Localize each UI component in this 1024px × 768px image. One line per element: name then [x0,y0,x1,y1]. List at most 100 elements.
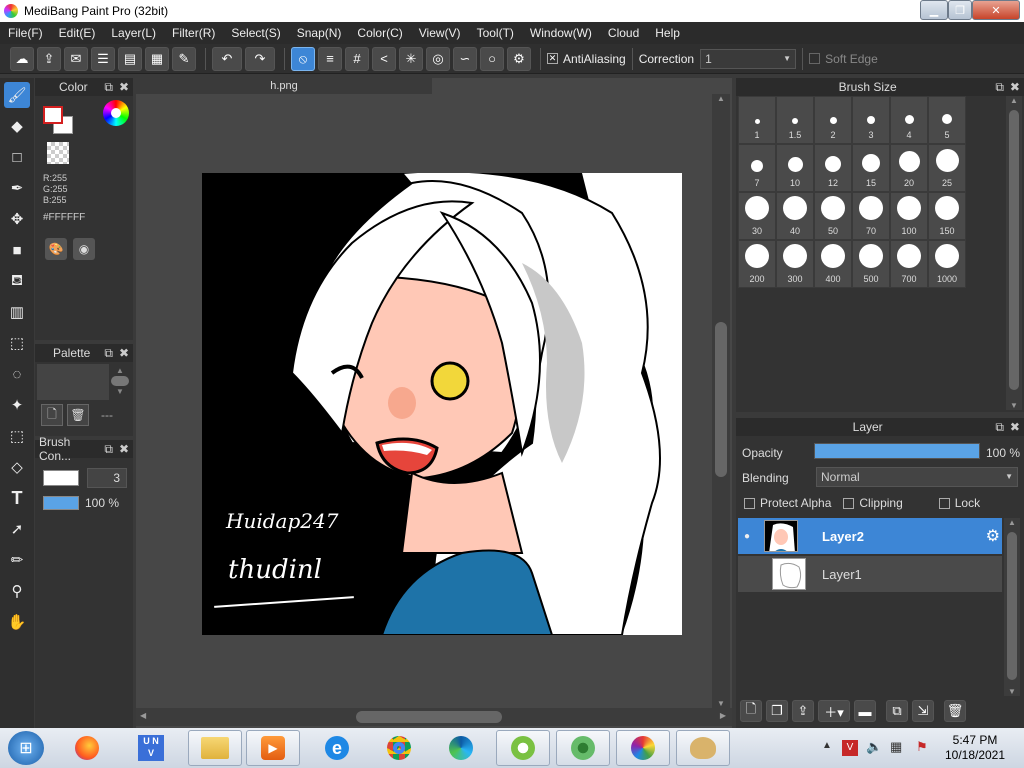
add-layer-menu-icon[interactable]: ＋▾ [818,700,850,722]
color-wheel-icon[interactable] [103,100,129,126]
brush-size-option[interactable]: 2 [814,96,852,144]
menu-file[interactable]: File(F) [8,26,43,40]
brush-size-option[interactable]: 200 [738,240,776,288]
correction-select[interactable]: 1 ▼ [700,48,797,69]
blending-select[interactable]: Normal ▼ [816,467,1018,487]
canvas-horizontal-scrollbar[interactable]: ◀ ▶ [136,708,732,726]
dot-tool-icon[interactable]: ✒ [4,175,30,201]
volume-icon[interactable]: 🔈 [866,739,882,755]
artwork-canvas[interactable]: Huidap247 thudinl [202,173,682,635]
palette-area[interactable] [37,364,109,400]
brush-opacity-bar[interactable] [43,496,79,510]
brush-size-option[interactable]: 30 [738,192,776,240]
menu-help[interactable]: Help [655,26,680,40]
eraser-tool-icon[interactable]: ◆ [4,113,30,139]
flag-icon[interactable]: ⚑ [916,739,928,755]
horizontal-scroll-thumb[interactable] [356,711,502,723]
close-icon[interactable]: ✖ [1010,420,1020,434]
grid-snap-icon[interactable]: # [345,46,369,71]
clipping-checkbox[interactable] [843,497,855,509]
brush-size-option[interactable]: 20 [890,144,928,192]
brush-size-option[interactable]: 400 [814,240,852,288]
rectangle-tool-icon[interactable]: □ [4,144,30,170]
gear-icon[interactable]: ⚙ [507,46,531,71]
merge-layer-icon[interactable]: ⇲ [912,700,934,722]
visibility-icon[interactable]: ● [738,531,756,542]
hand-tool-icon[interactable]: ✋ [4,609,30,635]
menu-view[interactable]: View(V) [419,26,461,40]
lasso-tool-icon[interactable]: ◌ [4,361,30,387]
popout-icon[interactable]: ⧉ [104,346,113,360]
brush-size-option[interactable]: 4 [890,96,928,144]
brush-size-option[interactable]: 7 [738,144,776,192]
brush-size-option[interactable]: 150 [928,192,966,240]
close-icon[interactable]: ✖ [119,80,129,94]
import-layer-icon[interactable]: ⇪ [792,700,814,722]
start-button[interactable]: ⊞ [8,731,44,765]
brush-size-option[interactable]: 25 [928,144,966,192]
lock-checkbox[interactable] [938,497,950,509]
concentric-snap-icon[interactable]: ◎ [426,46,450,71]
opacity-slider[interactable] [814,443,980,459]
menu-snap[interactable]: Snap(N) [297,26,342,40]
menu-color[interactable]: Color(C) [357,26,402,40]
minimize-button[interactable]: ▁ [920,0,948,20]
select-eraser-tool-icon[interactable]: ◇ [4,454,30,480]
brush-size-field[interactable]: 3 [87,468,127,488]
trash-icon[interactable]: 🗑 [944,700,966,722]
brush-size-option[interactable]: 100 [890,192,928,240]
brush-size-option[interactable]: 70 [852,192,890,240]
layer-list-scrollbar[interactable]: ▲ ▼ [1004,518,1020,696]
brush-size-option[interactable]: 3 [852,96,890,144]
operation-tool-icon[interactable]: ➚ [4,516,30,542]
menu-layer[interactable]: Layer(L) [111,26,156,40]
vertical-scroll-thumb[interactable] [715,322,727,477]
close-icon[interactable]: ✖ [119,346,129,360]
edit-list-icon[interactable]: ✎ [172,46,196,71]
brush-size-option[interactable]: 12 [814,144,852,192]
fill-rect-tool-icon[interactable]: ■ [4,237,30,263]
redo-icon[interactable]: ↷ [245,46,275,71]
paint-app[interactable] [676,730,730,766]
share-icon[interactable]: ⇪ [37,46,61,71]
document-icon[interactable]: ▤ [118,46,142,71]
perspective-snap-icon[interactable]: < [372,46,396,71]
green-browser-app[interactable] [556,730,610,766]
popout-icon[interactable]: ⧉ [104,80,113,94]
radial-snap-icon[interactable]: ✳ [399,46,423,71]
text-tool-icon[interactable]: T [4,485,30,511]
maximize-button[interactable]: ❐ [948,0,972,20]
color-history-icon[interactable]: ◉ [73,238,95,260]
canvas-vertical-scrollbar[interactable]: ▲ ▼ [712,94,730,708]
brush-size-scrollbar[interactable]: ▲ ▼ [1006,96,1022,410]
brush-color-swatch[interactable] [43,470,79,486]
internet-explorer-app[interactable]: e [310,730,364,766]
cloud-icon[interactable]: ☁ [10,46,34,71]
media-player-app[interactable]: ▶ [246,730,300,766]
protect-alpha-checkbox[interactable] [744,497,755,509]
palette-scrollbar[interactable]: ▲ ▼ [111,366,129,400]
select-pen-tool-icon[interactable]: ⬚ [4,423,30,449]
popout-icon[interactable]: ⧉ [995,80,1004,94]
menu-filter[interactable]: Filter(R) [172,26,215,40]
undo-icon[interactable]: ↶ [212,46,242,71]
document-tab[interactable]: h.png [136,78,432,94]
antivirus-icon[interactable]: V [842,740,858,756]
file-explorer-app[interactable] [188,730,242,766]
brush-size-option[interactable]: 500 [852,240,890,288]
brush-size-option[interactable]: 10 [776,144,814,192]
gradient-tool-icon[interactable]: ▥ [4,299,30,325]
transparent-swatch[interactable] [47,142,69,164]
speech-icon[interactable]: ☰ [91,46,115,71]
soft-edge-checkbox[interactable] [809,53,821,64]
magic-wand-tool-icon[interactable]: ✦ [4,392,30,418]
brush-size-option[interactable]: 1000 [928,240,966,288]
snap-off-icon[interactable]: ⦸ [291,46,315,71]
edge-app[interactable] [434,730,488,766]
curve-snap-icon[interactable]: ∽ [453,46,477,71]
brush-size-option[interactable]: 50 [814,192,852,240]
show-hidden-icons[interactable]: ▲ [822,740,832,751]
clock[interactable]: 5:47 PM 10/18/2021 [936,733,1014,763]
color-set-icon[interactable]: 🎨 [45,238,67,260]
medibang-app[interactable] [616,730,670,766]
